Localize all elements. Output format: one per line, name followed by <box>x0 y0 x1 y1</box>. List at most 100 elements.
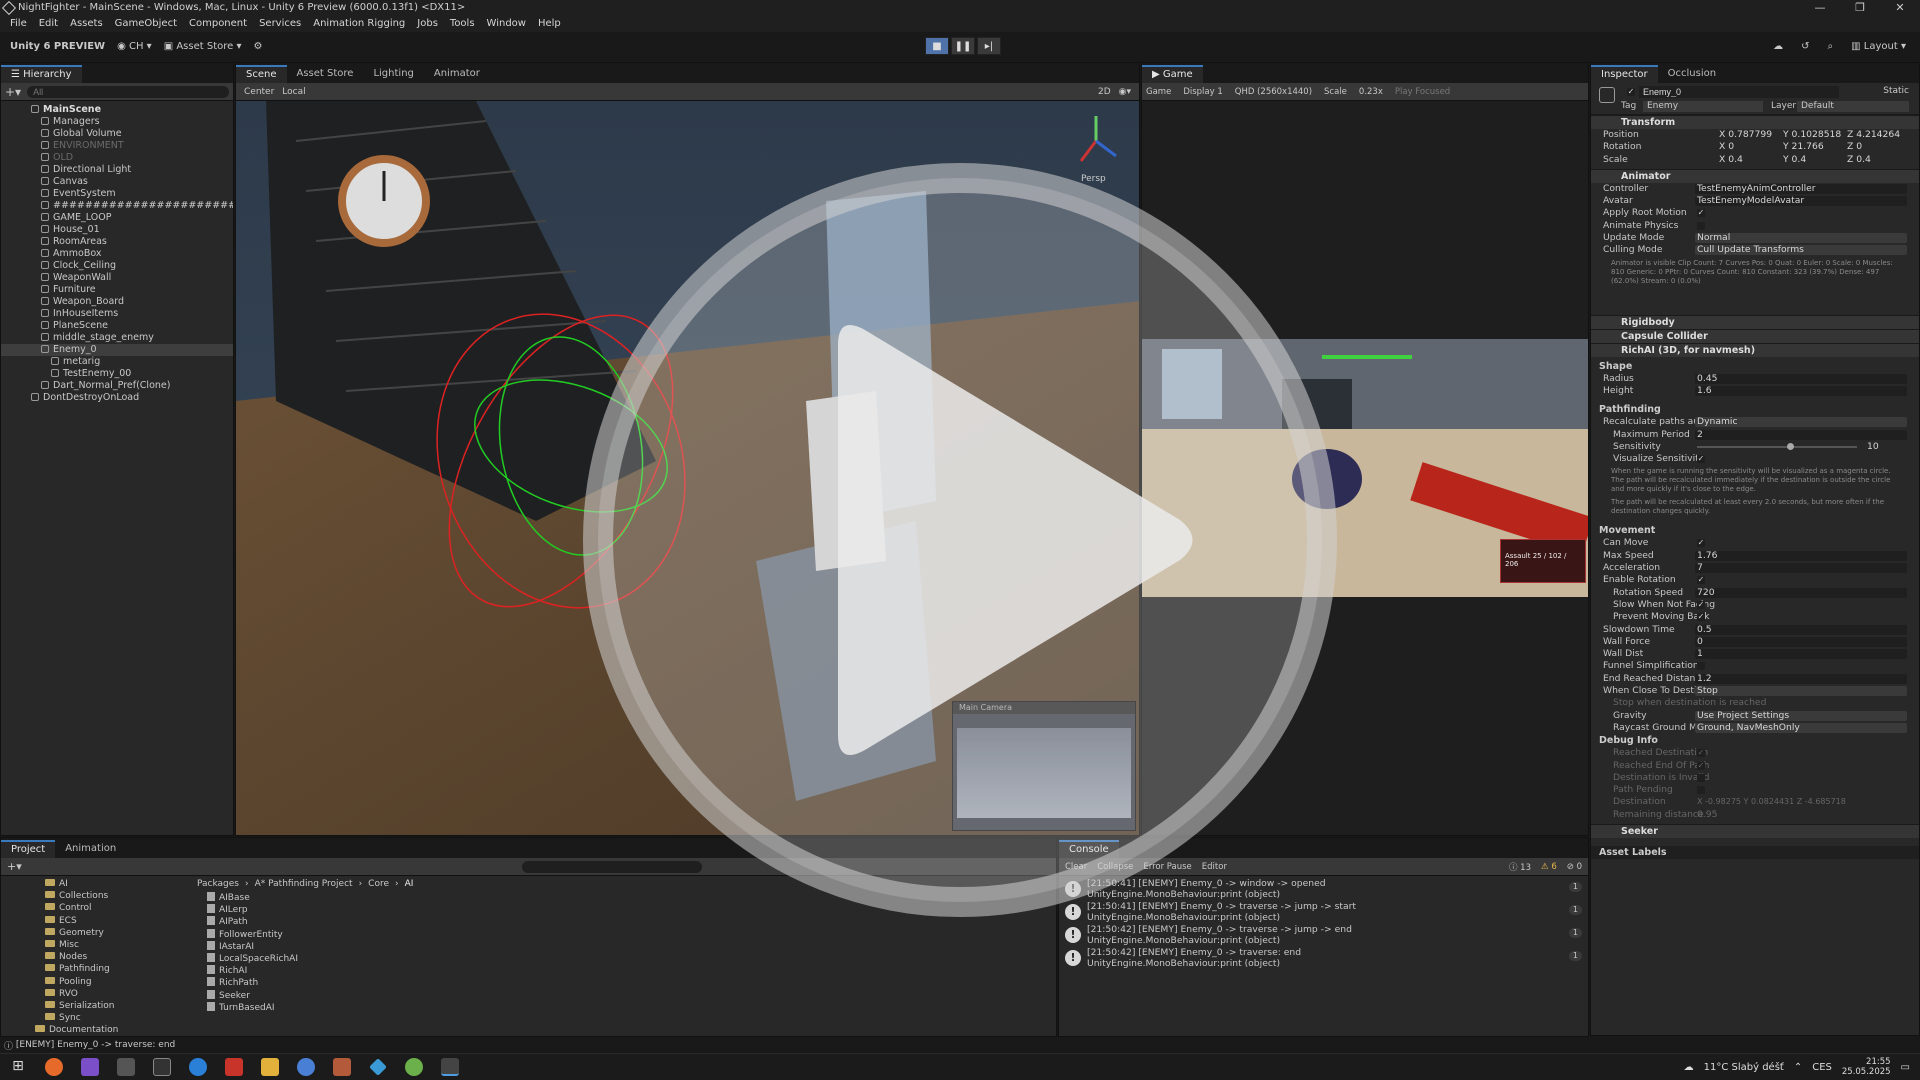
app-icon[interactable] <box>333 1058 351 1076</box>
capsule-collider-header[interactable]: Capsule Collider <box>1591 328 1919 343</box>
scale-z[interactable]: Z 0.4 <box>1847 154 1871 166</box>
rotation-z[interactable]: Z 0 <box>1847 141 1862 153</box>
project-file[interactable]: RichPath <box>207 977 507 989</box>
project-file[interactable]: TurnBasedAI <box>207 1001 507 1014</box>
movement-row-value[interactable]: ✓ <box>1697 600 1705 609</box>
sensitivity-slider[interactable] <box>1697 445 1857 448</box>
pause-button[interactable]: ❚❚ <box>951 37 975 55</box>
movement-row-value[interactable]: 720 <box>1697 587 1715 599</box>
raycast-dropdown[interactable]: Ground, NavMeshOnly <box>1697 722 1800 734</box>
hierarchy-item[interactable]: PlaneScene <box>1 320 233 332</box>
movement-row-value[interactable]: 1.76 <box>1697 550 1717 562</box>
gravity-dropdown[interactable]: Use Project Settings <box>1697 710 1789 722</box>
display-dropdown[interactable]: Display 1 <box>1183 87 1222 97</box>
warn-count-badge[interactable]: ⚠ 6 <box>1541 862 1557 872</box>
menu-jobs[interactable]: Jobs <box>411 16 444 32</box>
scale-value[interactable]: 0.23x <box>1359 87 1383 97</box>
hierarchy-item[interactable]: OLD <box>1 152 233 164</box>
project-folder[interactable]: RVO <box>45 988 191 1000</box>
nvidia-icon[interactable] <box>405 1058 423 1076</box>
language-indicator[interactable]: CES <box>1812 1062 1832 1073</box>
tab-scene[interactable]: Scene <box>236 65 287 83</box>
animator-row-value[interactable]: Normal <box>1697 232 1730 244</box>
weather-text[interactable]: 11°C Slabý déšť <box>1704 1062 1784 1073</box>
tab-lighting[interactable]: Lighting <box>363 65 423 83</box>
project-folder[interactable]: ECS <box>45 915 191 927</box>
notion-icon[interactable] <box>153 1058 171 1076</box>
hierarchy-item[interactable]: middle_stage_enemy <box>1 332 233 344</box>
tab-project[interactable]: Project <box>1 840 56 858</box>
step-button[interactable]: ▸| <box>977 37 1001 55</box>
hierarchy-item[interactable]: metarig <box>1 356 233 368</box>
hierarchy-item[interactable]: GAME_LOOP <box>1 212 233 224</box>
movement-row-value[interactable]: 1 <box>1697 648 1703 660</box>
height-field[interactable]: 1.6 <box>1697 385 1712 397</box>
hierarchy-item[interactable]: DontDestroyOnLoad <box>1 392 233 404</box>
hierarchy-item[interactable]: Enemy_0 <box>1 344 233 356</box>
asset-labels[interactable]: Asset Labels <box>1591 845 1919 859</box>
maps-icon[interactable] <box>189 1058 207 1076</box>
hierarchy-item[interactable]: Global Volume <box>1 128 233 140</box>
project-add-icon[interactable]: +▾ <box>7 860 22 873</box>
project-folder[interactable]: Documentation <box>35 1024 191 1036</box>
project-file[interactable]: AIBase <box>207 892 507 904</box>
period-field[interactable]: 2 <box>1697 429 1703 441</box>
space-dropdown[interactable]: Local <box>282 87 305 97</box>
menu-assets[interactable]: Assets <box>64 16 109 32</box>
position-z[interactable]: Z 4.214264 <box>1847 129 1900 141</box>
filezilla-icon[interactable] <box>225 1058 243 1076</box>
pivot-dropdown[interactable]: Center <box>244 87 274 97</box>
menu-help[interactable]: Help <box>532 16 567 32</box>
menu-gameobject[interactable]: GameObject <box>109 16 183 32</box>
tag-dropdown[interactable]: Enemy <box>1643 101 1763 112</box>
animator-row-value[interactable]: TestEnemyModelAvatar <box>1697 195 1804 207</box>
hierarchy-item[interactable]: Directional Light <box>1 164 233 176</box>
maximize-button[interactable]: ❐ <box>1840 0 1880 16</box>
firefox-icon[interactable] <box>45 1058 63 1076</box>
radius-field[interactable]: 0.45 <box>1697 373 1717 385</box>
rotation-x[interactable]: X 0 <box>1719 141 1734 153</box>
history-icon[interactable]: ↺ <box>1795 37 1815 57</box>
layer-dropdown[interactable]: Default <box>1797 101 1909 112</box>
video-play-overlay[interactable] <box>580 160 1340 920</box>
tray-chevron-icon[interactable]: ⌃ <box>1794 1062 1802 1073</box>
unity-editor-icon[interactable] <box>441 1058 459 1076</box>
static-toggle[interactable]: Static <box>1883 86 1909 96</box>
project-folder[interactable]: Pathfinding <box>45 963 191 975</box>
windows-start-icon[interactable]: ⊞ <box>9 1058 27 1076</box>
console-entry[interactable]: ! [21:50:42] [ENEMY] Enemy_0 -> traverse:… <box>1059 947 1588 970</box>
gizmos-icon[interactable]: ◉▾ <box>1119 87 1139 97</box>
breadcrumb-ai[interactable]: AI <box>405 879 414 889</box>
play-focused-dropdown[interactable]: Play Focused <box>1395 87 1450 97</box>
movement-row-value[interactable]: 7 <box>1697 562 1703 574</box>
breadcrumb-astar[interactable]: A* Pathfinding Project <box>255 879 353 889</box>
object-name-input[interactable] <box>1639 86 1839 98</box>
play-button[interactable]: ■ <box>925 37 949 55</box>
project-folder[interactable]: Pooling <box>45 976 191 988</box>
menu-services[interactable]: Services <box>253 16 307 32</box>
chrome-icon[interactable] <box>297 1058 315 1076</box>
hierarchy-item[interactable]: Canvas <box>1 176 233 188</box>
notification-icon[interactable]: ▭ <box>1901 1062 1910 1073</box>
animator-header[interactable]: Animator <box>1591 168 1919 183</box>
asset-store-button[interactable]: ▣ Asset Store ▾ <box>158 37 248 57</box>
project-folder[interactable]: Sync <box>45 1012 191 1024</box>
project-file[interactable]: AILerp <box>207 904 507 916</box>
movement-row-value[interactable]: ✓ <box>1697 576 1705 585</box>
resolution-dropdown[interactable]: QHD (2560x1440) <box>1235 87 1312 97</box>
hierarchy-item[interactable]: Weapon_Board <box>1 296 233 308</box>
hierarchy-item[interactable]: Managers <box>1 116 233 128</box>
unity-brand[interactable]: Unity 6 PREVIEW <box>4 37 111 57</box>
project-file[interactable]: IAstarAI <box>207 940 507 953</box>
hierarchy-item[interactable]: MainScene <box>1 104 233 116</box>
movement-row-value[interactable]: ✓ <box>1697 539 1705 548</box>
hierarchy-item[interactable]: Furniture <box>1 284 233 296</box>
menu-file[interactable]: File <box>4 16 33 32</box>
movement-row-value[interactable]: Stop <box>1697 685 1718 697</box>
hierarchy-item[interactable]: InHouseItems <box>1 308 233 320</box>
rotation-y[interactable]: Y 21.766 <box>1783 141 1824 153</box>
hierarchy-item[interactable]: AmmoBox <box>1 248 233 260</box>
tab-asset-store[interactable]: Asset Store <box>287 65 364 83</box>
tab-occlusion[interactable]: Occlusion <box>1658 65 1726 83</box>
sensitivity-slider-thumb[interactable] <box>1787 442 1794 450</box>
